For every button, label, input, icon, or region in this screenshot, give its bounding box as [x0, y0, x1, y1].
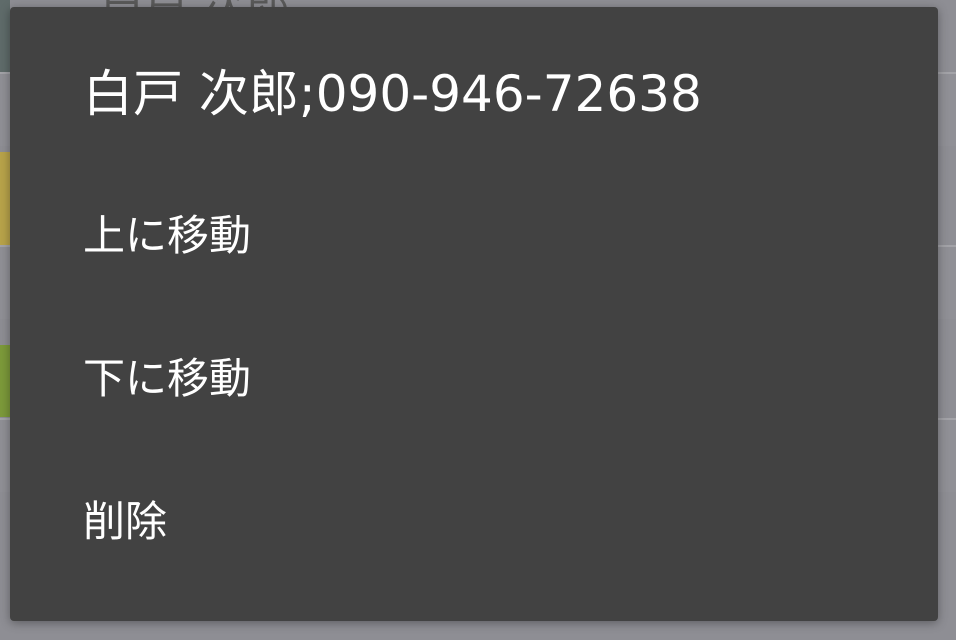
menu-item-delete[interactable]: 削除 [10, 467, 938, 577]
context-menu-dialog: 白戸 次郎;090-946-72638 上に移動 下に移動 削除 [10, 7, 938, 621]
background-thumbnail [0, 345, 10, 417]
menu-item-move-down[interactable]: 下に移動 [10, 324, 938, 434]
menu-item-label: 上に移動 [83, 211, 252, 260]
menu-item-move-up[interactable]: 上に移動 [10, 181, 938, 291]
menu-item-label: 下に移動 [83, 354, 252, 403]
menu-item-label: 削除 [83, 497, 168, 546]
dialog-title: 白戸 次郎;090-946-72638 [83, 65, 702, 123]
